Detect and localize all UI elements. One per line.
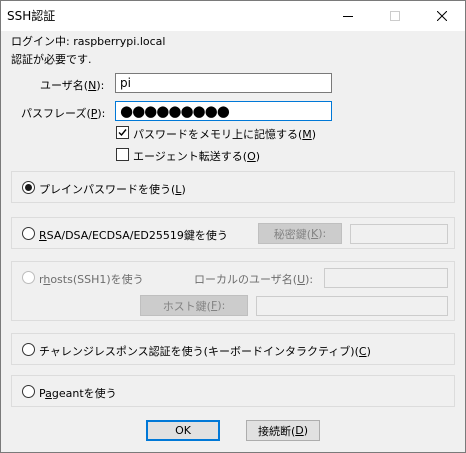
- title-bar[interactable]: SSH認証: [1, 1, 465, 31]
- local-username-input: [324, 268, 448, 288]
- host-key-button: ホスト鍵(F):: [140, 295, 248, 316]
- window-title: SSH認証: [7, 9, 56, 23]
- radio-selected-dot: [25, 184, 32, 191]
- username-label: ユーザ名(N):: [40, 79, 105, 92]
- minimize-button[interactable]: [325, 1, 371, 30]
- disconnect-button[interactable]: 接続断(D): [246, 420, 320, 441]
- plain-password-label[interactable]: プレインパスワードを使う(L): [39, 181, 186, 197]
- agent-forward-checkbox[interactable]: [116, 148, 129, 161]
- rsa-key-label[interactable]: RSA/DSA/ECDSA/ED25519鍵を使う: [39, 227, 228, 243]
- rhosts-label: rhosts(SSH1)を使う: [39, 273, 144, 286]
- ok-button[interactable]: OK: [146, 420, 220, 441]
- close-icon: [437, 10, 447, 21]
- rhosts-group: rhosts(SSH1)を使う ローカルのユーザ名(U): ホスト鍵(F):: [11, 261, 455, 321]
- ssh-auth-dialog: SSH認証 ログイン中: raspberrypi.local 認証が必要です. …: [0, 0, 466, 453]
- plain-password-group: プレインパスワードを使う(L): [11, 171, 455, 203]
- pageant-label[interactable]: Pageantを使う: [39, 385, 117, 401]
- passphrase-label: パスフレーズ(P):: [21, 107, 106, 120]
- rsa-key-radio[interactable]: [22, 227, 35, 240]
- login-info: ログイン中: raspberrypi.local: [11, 35, 166, 48]
- rhosts-radio: [22, 271, 35, 284]
- maximize-button: [372, 1, 418, 30]
- pageant-group: Pageantを使う: [11, 375, 455, 407]
- passphrase-input[interactable]: ●●●●●●●●●: [115, 101, 332, 121]
- close-button[interactable]: [419, 1, 465, 30]
- challenge-response-radio[interactable]: [22, 343, 35, 356]
- username-value: pi: [120, 76, 131, 90]
- local-username-label: ローカルのユーザ名(U):: [194, 273, 314, 286]
- private-key-input: [350, 224, 448, 244]
- pageant-radio[interactable]: [22, 385, 35, 398]
- host-key-input: [256, 296, 448, 316]
- remember-password-checkbox[interactable]: [116, 126, 129, 139]
- private-key-button: 秘密鍵(K):: [258, 223, 342, 244]
- plain-password-radio[interactable]: [22, 181, 35, 194]
- passphrase-masked-value: ●●●●●●●●●: [120, 101, 230, 120]
- checkmark-icon: [118, 129, 127, 137]
- minimize-icon: [343, 15, 353, 17]
- rsa-key-group: RSA/DSA/ECDSA/ED25519鍵を使う 秘密鍵(K):: [11, 217, 455, 249]
- challenge-response-label[interactable]: チャレンジレスポンス認証を使う(キーボードインタラクティブ)(C): [39, 343, 371, 359]
- challenge-response-group: チャレンジレスポンス認証を使う(キーボードインタラクティブ)(C): [11, 333, 455, 365]
- username-input[interactable]: pi: [115, 73, 332, 93]
- auth-required-text: 認証が必要です.: [11, 53, 92, 66]
- maximize-icon: [390, 10, 400, 21]
- remember-password-label[interactable]: パスワードをメモリ上に記憶する(M): [133, 126, 316, 142]
- agent-forward-label[interactable]: エージェント転送する(O): [133, 148, 260, 164]
